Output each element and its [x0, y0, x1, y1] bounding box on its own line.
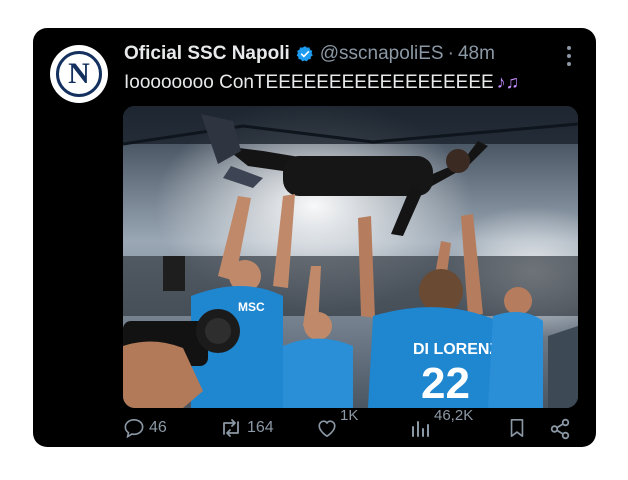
like-count: 1K [340, 407, 359, 424]
reply-button[interactable]: 46 [123, 418, 167, 438]
reply-count: 46 [149, 419, 167, 436]
tweet-text: Ioooooooo ConTEEEEEEEEEEEEEEEEEE ♪♫ [124, 72, 519, 94]
views-button[interactable]: 46,2K [410, 407, 473, 438]
repost-icon [223, 419, 239, 437]
logo-letter: N [68, 57, 90, 90]
bookmark-icon [510, 419, 524, 437]
repost-count: 164 [247, 419, 274, 436]
repost-button[interactable]: 164 [219, 418, 274, 438]
sponsor-text: MSC [238, 300, 265, 314]
views-icon [412, 421, 429, 437]
avatar[interactable]: N [50, 45, 108, 103]
tweet-header: Oficial SSC Napoli @sscnapoliES · 48m [124, 43, 495, 65]
jersey-number: 22 [421, 359, 470, 408]
author-handle[interactable]: @sscnapoliES [320, 43, 444, 65]
reply-icon [124, 418, 144, 438]
bookmark-button[interactable] [508, 418, 526, 438]
tweet-actions: 46 164 1K 46,2K [123, 407, 573, 444]
like-button[interactable]: 1K [316, 407, 358, 438]
napoli-logo: N [56, 51, 102, 97]
separator-dot: · [447, 43, 454, 64]
share-icon [550, 418, 570, 440]
more-icon[interactable] [566, 46, 572, 66]
music-notes-emoji: ♪♫ [496, 72, 520, 92]
tweet-text-body: Ioooooooo ConTEEEEEEEEEEEEEEEEEE [124, 72, 494, 93]
verified-badge-icon [296, 45, 314, 63]
tweet-card[interactable]: N Oficial SSC Napoli @sscnapoliES · 48m … [33, 28, 596, 447]
like-icon [318, 420, 336, 437]
author-name[interactable]: Oficial SSC Napoli [124, 43, 290, 65]
timestamp[interactable]: 48m [458, 43, 495, 65]
views-count: 46,2K [434, 407, 474, 424]
share-button[interactable] [549, 418, 571, 440]
tweet-photo[interactable]: MSC DI LORENZO 22 [123, 106, 578, 408]
